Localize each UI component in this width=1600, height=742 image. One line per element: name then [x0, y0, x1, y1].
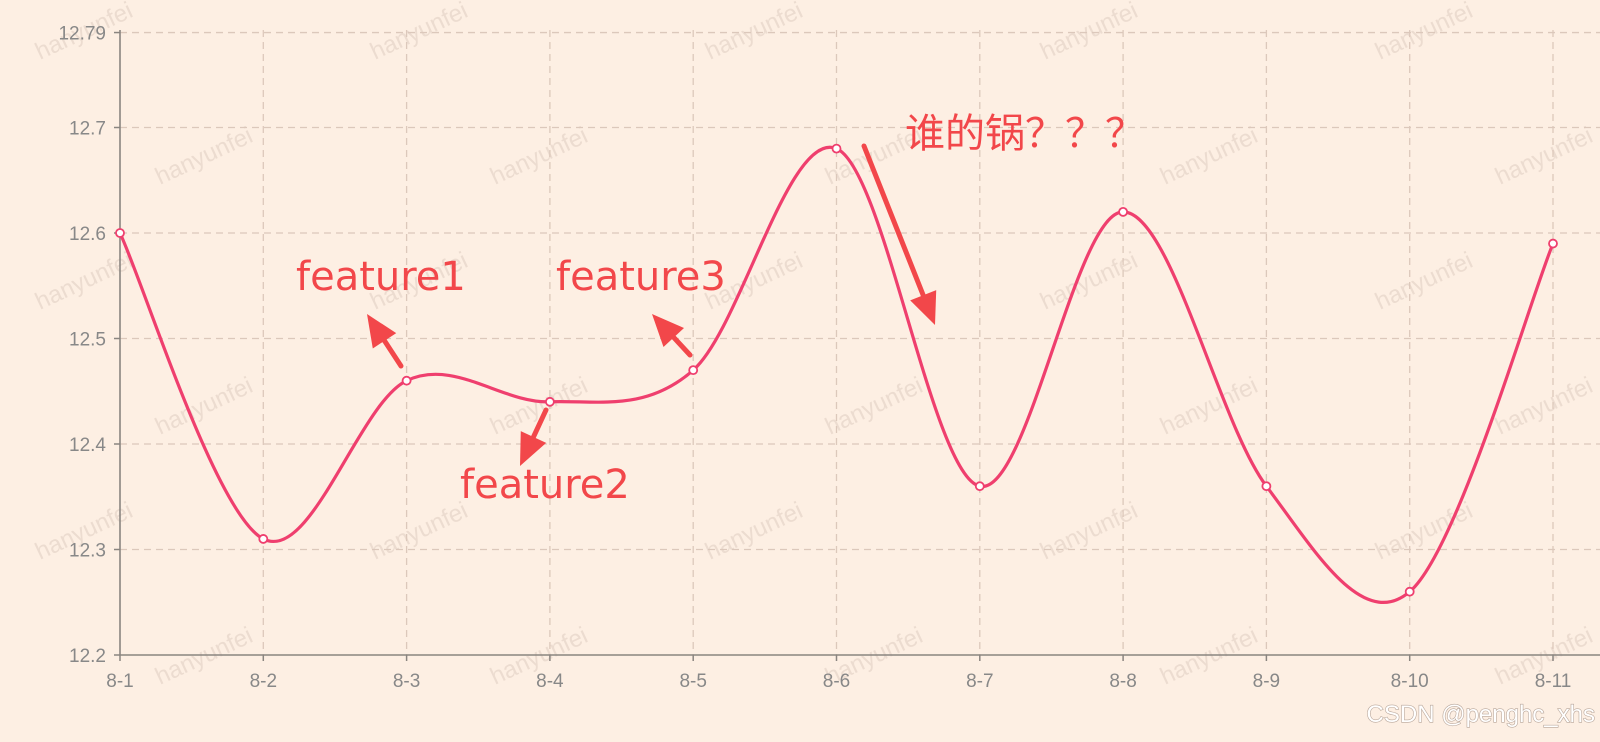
- annotation-feature1: feature1: [296, 254, 466, 300]
- arrow-feature3-shaft: [671, 334, 693, 358]
- watermark: hanyunfei: [1156, 122, 1262, 190]
- x-tick-label: 8-6: [823, 671, 850, 692]
- annotation-feature3: feature3: [556, 254, 726, 300]
- watermark: hanyunfei: [1371, 497, 1477, 565]
- x-tick-label: 8-7: [966, 671, 993, 692]
- watermark: hanyunfei: [151, 372, 257, 440]
- watermark: hanyunfei: [1156, 622, 1262, 690]
- watermark: hanyunfei: [366, 497, 472, 565]
- y-tick-label: 12.79: [58, 24, 106, 45]
- watermark: hanyunfei: [1036, 497, 1142, 565]
- arrow-feature1-shaft: [382, 338, 404, 369]
- y-tick-label: 12.3: [69, 541, 106, 562]
- watermark: hanyunfei: [1156, 372, 1262, 440]
- data-point: [1404, 586, 1415, 597]
- watermark: hanyunfei: [701, 497, 807, 565]
- x-tick-label: 8-9: [1253, 671, 1280, 692]
- data-point: [688, 365, 699, 376]
- watermark: hanyunfei: [486, 122, 592, 190]
- arrow-feature1: [367, 314, 404, 369]
- arrow-whose-fault-head: [910, 290, 937, 325]
- watermark: hanyunfei: [31, 247, 137, 315]
- watermark: hanyunfei: [1491, 122, 1597, 190]
- watermark: hanyunfei: [1491, 372, 1597, 440]
- data-point: [831, 143, 842, 154]
- annotation-feature2: feature2: [460, 462, 630, 508]
- data-point: [974, 481, 985, 492]
- x-tick-label: 8-3: [393, 671, 420, 692]
- axes-layer: 12.2 12.3 12.4 12.5 12.6 12.7 12.79 8-1 8-2 8-3 8-…: [58, 24, 1600, 692]
- x-tick-label: 8-5: [679, 671, 706, 692]
- x-tick-label: 8-1: [106, 671, 133, 692]
- csdn-credit: CSDN @penghc_xhs: [1367, 701, 1595, 728]
- y-tick-label: 12.5: [69, 330, 106, 351]
- grid-layer: [120, 30, 1600, 655]
- watermark: hanyunfei: [151, 622, 257, 690]
- data-point: [115, 228, 125, 238]
- x-tick-label: 8-4: [536, 671, 564, 692]
- watermark: hanyunfei: [1036, 0, 1142, 65]
- data-point: [1118, 206, 1128, 217]
- y-tick-label: 12.6: [69, 224, 106, 245]
- line-chart: hanyunfei hanyunfei hanyunfei hanyunfei hany…: [31, 0, 1600, 729]
- chart-stage: hanyunfei hanyunfei hanyunfei hanyunfei hany…: [0, 0, 1600, 742]
- y-tick-label: 12.2: [69, 646, 106, 667]
- data-point: [1548, 238, 1558, 249]
- y-tick-label: 12.4: [69, 435, 106, 456]
- watermark: hanyunfei: [1036, 247, 1142, 315]
- watermark: hanyunfei: [1371, 247, 1477, 315]
- watermark-layer: hanyunfei hanyunfei hanyunfei hanyunfei hany…: [31, 0, 1597, 690]
- x-tick-label: 8-2: [250, 671, 277, 692]
- x-tick-label: 8-8: [1109, 671, 1136, 692]
- x-tick-label: 8-10: [1391, 671, 1429, 692]
- x-tick-label: 8-11: [1535, 671, 1572, 692]
- watermark: hanyunfei: [701, 0, 807, 65]
- data-point: [545, 396, 555, 407]
- arrow-feature1-head: [367, 314, 397, 349]
- y-tick-label: 12.7: [69, 119, 106, 140]
- data-point: [258, 534, 269, 544]
- data-point: [1261, 481, 1272, 492]
- arrow-feature3: [652, 314, 693, 358]
- annotation-whose-fault: 谁的锅？？？: [905, 111, 1145, 157]
- data-point: [401, 375, 412, 386]
- watermark: hanyunfei: [151, 122, 257, 190]
